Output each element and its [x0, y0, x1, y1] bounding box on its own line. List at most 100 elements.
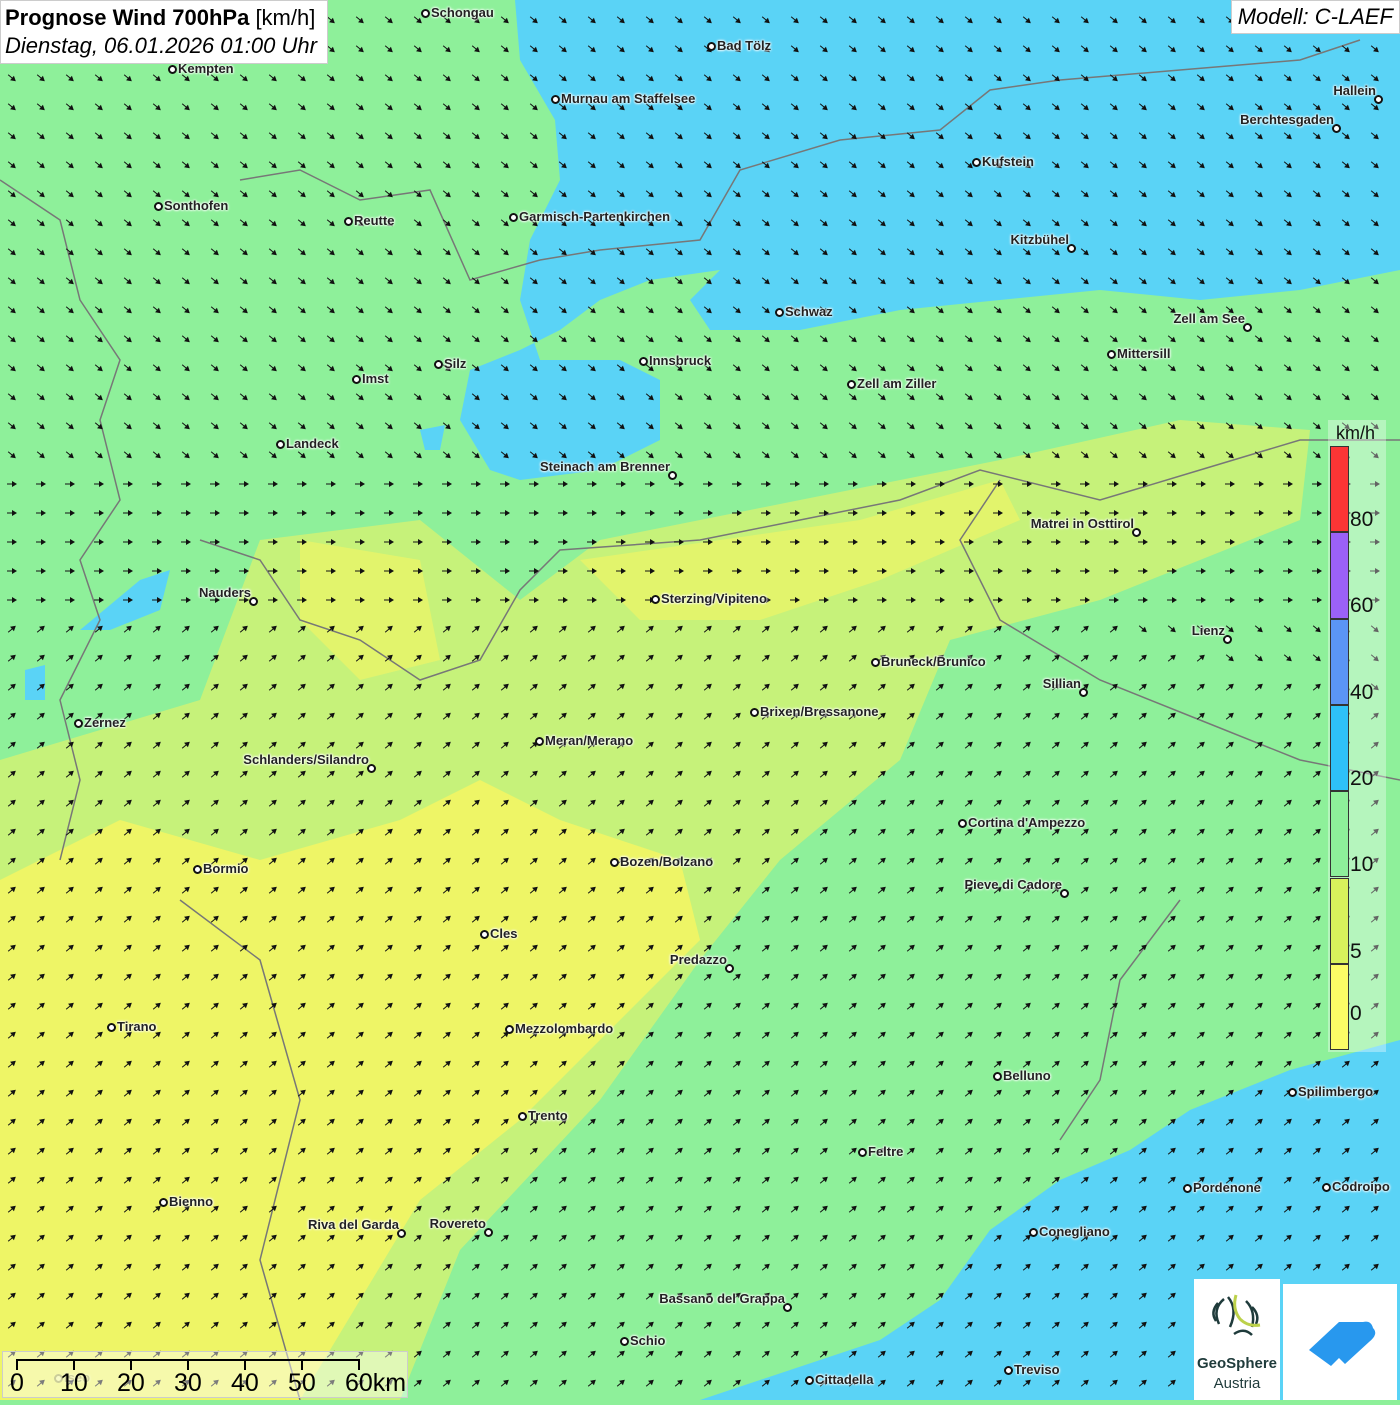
city-label: Tirano — [117, 1019, 157, 1034]
geosphere-austria-logo[interactable]: GeoSphere Austria — [1194, 1279, 1280, 1400]
city-marker — [1028, 1227, 1038, 1237]
city-label: Sonthofen — [164, 198, 229, 213]
scale-tick-label: 50 — [288, 1369, 316, 1397]
scale-tick-label: 0 — [10, 1369, 24, 1397]
city-label: Schio — [630, 1333, 666, 1348]
city-label: Bormio — [203, 861, 249, 876]
city-label: Steinach am Brenner — [539, 459, 670, 474]
color-legend: km/h 80 60 40 20 10 5 0 — [1328, 420, 1386, 1052]
scale-bar: 0 10 20 30 40 50 60km — [2, 1351, 408, 1398]
city-label: Spilimbergo — [1298, 1084, 1374, 1099]
city-label: Treviso — [1014, 1362, 1060, 1377]
app-logo[interactable] — [1283, 1284, 1397, 1400]
city-label: Mittersill — [1117, 346, 1171, 361]
city-marker — [957, 818, 967, 828]
legend-label: 20 — [1350, 766, 1374, 790]
city-marker — [343, 216, 353, 226]
city-label: Pieve di Cadore — [964, 877, 1062, 892]
city-marker — [504, 1024, 514, 1034]
city-label: Meran/Merano — [545, 733, 634, 748]
map-title: Prognose Wind 700hPa — [5, 5, 250, 30]
city-marker — [609, 857, 619, 867]
city-marker — [153, 201, 163, 211]
city-marker — [192, 864, 202, 874]
city-label: Imst — [362, 371, 389, 386]
map-title-box: Prognose Wind 700hPa [km/h] Dienstag, 06… — [0, 0, 328, 64]
city-label: Reutte — [354, 213, 395, 228]
map-unit: [km/h] — [255, 5, 316, 30]
city-marker — [275, 439, 285, 449]
city-marker — [73, 718, 83, 728]
city-marker — [158, 1197, 168, 1207]
city-label: Brixen/Bressanone — [760, 704, 879, 719]
city-label: Conegliano — [1039, 1224, 1110, 1239]
city-marker — [534, 736, 544, 746]
city-label: Codroipo — [1332, 1179, 1390, 1194]
city-label: Bienno — [169, 1194, 214, 1209]
legend-color-swatch — [1330, 791, 1349, 878]
city-label: Bassano del Grappa — [659, 1291, 785, 1306]
city-marker — [433, 359, 443, 369]
city-marker — [1287, 1087, 1297, 1097]
mountain-cloud-icon — [1309, 1321, 1376, 1366]
city-label: Pordenone — [1193, 1180, 1261, 1195]
city-label: Bad Tölz — [717, 38, 772, 53]
city-marker — [1106, 349, 1116, 359]
legend-color-swatch — [1330, 618, 1349, 705]
forecast-datetime: Dienstag, 06.01.2026 01:00 Uhr — [5, 33, 317, 58]
city-marker — [550, 94, 560, 104]
city-label: Riva del Garda — [307, 1217, 399, 1232]
city-marker — [749, 707, 759, 717]
city-label: Schlanders/Silandro — [243, 752, 369, 767]
city-marker — [420, 8, 430, 18]
city-label: Feltre — [868, 1144, 904, 1159]
city-label: Kempten — [178, 61, 234, 76]
city-label: Predazzo — [669, 952, 727, 967]
city-label: Trento — [528, 1108, 568, 1123]
city-marker — [774, 307, 784, 317]
city-marker — [1003, 1365, 1013, 1375]
city-label: Cles — [490, 926, 518, 941]
legend-label: 80 — [1350, 508, 1374, 531]
city-label: Sterzing/Vipiteno — [661, 591, 767, 606]
city-marker — [870, 657, 880, 667]
model-label: Modell: C-LAEF — [1230, 0, 1400, 34]
city-label: Sillian — [1042, 676, 1081, 691]
city-marker — [508, 212, 518, 222]
city-label: Matrei in Osttirol — [1030, 516, 1134, 531]
city-marker — [706, 41, 716, 51]
scale-tick-label: 10 — [60, 1369, 88, 1397]
city-label: Kufstein — [982, 154, 1034, 169]
city-marker — [650, 594, 660, 604]
city-label: Hallein — [1333, 83, 1376, 98]
geosphere-icon — [1212, 1294, 1261, 1336]
legend-color-swatch — [1330, 704, 1349, 792]
city-marker — [167, 64, 177, 74]
geosphere-name: GeoSphere — [1196, 1355, 1278, 1372]
city-label: Murnau am Staffelsee — [561, 91, 696, 106]
scale-tick-label: 40 — [231, 1369, 259, 1397]
legend-label: 5 — [1350, 939, 1362, 963]
city-marker — [846, 379, 856, 389]
legend-label: 0 — [1350, 1001, 1362, 1025]
city-label: Kitzbühel — [1010, 232, 1070, 247]
legend-color-swatch — [1330, 877, 1349, 964]
city-label: Zernez — [84, 715, 126, 730]
legend-label: 10 — [1350, 853, 1374, 877]
city-label: Silz — [444, 356, 467, 371]
city-label: Berchtesgaden — [1240, 112, 1334, 127]
city-marker — [106, 1022, 116, 1032]
city-marker — [517, 1111, 527, 1121]
city-marker — [971, 157, 981, 167]
scale-tick-label: 60km — [345, 1369, 407, 1397]
city-label: Bruneck/Brunico — [881, 654, 986, 669]
city-label: Belluno — [1003, 1068, 1051, 1083]
city-label: Mezzolombardo — [515, 1021, 614, 1036]
legend-color-swatch — [1330, 532, 1349, 619]
city-label: Cortina d'Ampezzo — [968, 815, 1086, 830]
city-marker — [804, 1375, 814, 1385]
legend-color-swatch — [1330, 963, 1349, 1051]
city-label: Rovereto — [429, 1216, 486, 1231]
city-marker — [992, 1071, 1002, 1081]
city-marker — [1182, 1183, 1192, 1193]
